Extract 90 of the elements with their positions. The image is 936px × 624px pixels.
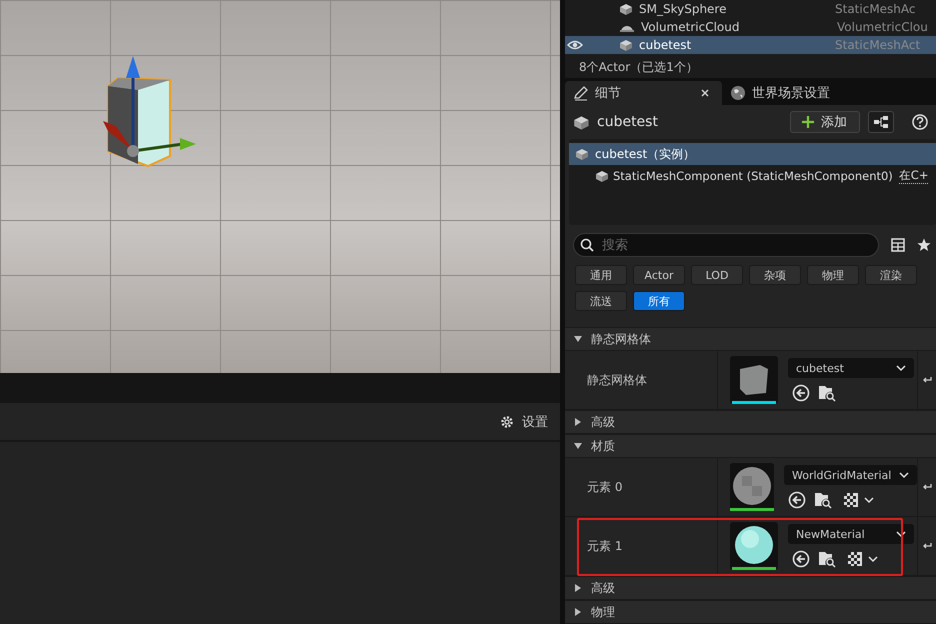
- settings-button[interactable]: 设置: [498, 410, 550, 432]
- actor-type: StaticMeshAc: [835, 2, 916, 16]
- collapsed-triangle-icon: [573, 607, 583, 617]
- checker-icon: [844, 493, 858, 507]
- search-icon: [580, 238, 594, 252]
- globe-icon: [730, 85, 746, 102]
- browse-folder-icon[interactable]: [818, 384, 836, 402]
- expanded-triangle-icon: [573, 334, 583, 344]
- tab-label: 世界场景设置: [752, 85, 830, 102]
- section-header[interactable]: 高级: [565, 410, 936, 434]
- reset-arrow-icon[interactable]: [922, 375, 932, 385]
- reset-arrow-icon[interactable]: [922, 482, 932, 492]
- texture-options-button[interactable]: [848, 552, 878, 566]
- collapsed-triangle-icon: [573, 417, 583, 427]
- filter-button[interactable]: 物理: [807, 265, 859, 285]
- close-icon[interactable]: [700, 88, 710, 98]
- hierarchy-icon: [873, 115, 889, 129]
- settings-icon: [500, 414, 514, 428]
- texture-options-button[interactable]: [844, 493, 874, 507]
- section-header[interactable]: 静态网格体: [565, 327, 936, 351]
- browse-folder-icon[interactable]: [814, 491, 832, 509]
- property-label: 静态网格体: [587, 372, 647, 388]
- use-selected-icon[interactable]: [792, 384, 810, 402]
- property-label: 元素 1: [587, 538, 622, 554]
- filter-button[interactable]: 所有: [633, 291, 685, 311]
- expanded-triangle-icon: [573, 441, 583, 451]
- asset-dropdown[interactable]: WorldGridMaterial: [784, 465, 918, 485]
- cube-icon: [619, 38, 633, 52]
- property-label: 元素 0: [587, 478, 622, 496]
- star-icon[interactable]: [917, 238, 931, 252]
- add-button[interactable]: 添加: [790, 111, 860, 133]
- actor-title: cubetest: [597, 114, 659, 130]
- filter-button[interactable]: 流送: [575, 291, 627, 311]
- section-header[interactable]: 高级: [565, 576, 936, 600]
- outliner-row[interactable]: SM_SkySphere StaticMeshAc: [565, 0, 936, 18]
- component-row[interactable]: cubetest（实例）: [569, 143, 936, 165]
- filter-button[interactable]: Actor: [633, 265, 685, 285]
- actor-name: cubetest: [639, 38, 692, 52]
- component-row[interactable]: StaticMeshComponent (StaticMeshComponent0) 在C+: [569, 165, 936, 187]
- panel-tab[interactable]: 细节: [565, 81, 722, 105]
- source-link[interactable]: 在C+: [898, 168, 928, 184]
- collapsed-triangle-icon: [573, 583, 583, 593]
- pencil-icon: [573, 85, 589, 102]
- section-title: 物理: [591, 604, 615, 620]
- filter-button[interactable]: 渲染: [865, 265, 917, 285]
- outliner-row[interactable]: VolumetricCloud VolumetricClou: [565, 18, 936, 36]
- chevron-down-icon: [868, 555, 878, 563]
- cube-icon: [619, 2, 633, 16]
- section-title: 静态网格体: [591, 330, 651, 348]
- use-selected-icon[interactable]: [792, 550, 810, 568]
- chevron-down-icon: [864, 496, 874, 504]
- cube-icon: [573, 114, 591, 130]
- reset-arrow-icon[interactable]: [922, 541, 932, 551]
- section-header[interactable]: 材质: [565, 434, 936, 458]
- asset-dropdown[interactable]: cubetest: [788, 358, 914, 378]
- actor-count: 8个Actor（已选1个）: [578, 59, 699, 76]
- chevron-down-icon: [896, 530, 906, 538]
- blueprint-button[interactable]: [868, 111, 894, 133]
- actor-name: SM_SkySphere: [639, 2, 728, 16]
- asset-name: WorldGridMaterial: [792, 468, 892, 482]
- actor-type: StaticMeshAct: [835, 38, 920, 52]
- asset-dropdown[interactable]: NewMaterial: [788, 524, 914, 544]
- filter-button[interactable]: 通用: [575, 265, 627, 285]
- section-title: 材质: [591, 438, 615, 454]
- chevron-down-icon: [899, 471, 910, 479]
- use-selected-icon[interactable]: [788, 491, 806, 509]
- chevron-down-icon: [896, 364, 906, 372]
- asset-name: NewMaterial: [796, 528, 865, 540]
- table-icon[interactable]: [891, 238, 905, 252]
- section-header[interactable]: 物理: [565, 600, 936, 624]
- filter-button[interactable]: 杂项: [749, 265, 801, 285]
- filter-button[interactable]: LOD: [691, 265, 743, 285]
- panel-tab[interactable]: 世界场景设置: [722, 81, 838, 105]
- search-field[interactable]: 搜索: [573, 233, 879, 257]
- help-icon[interactable]: [912, 114, 928, 130]
- cube-icon: [575, 147, 589, 161]
- component-name: StaticMeshComponent (StaticMeshComponent0): [613, 169, 893, 183]
- tab-label: 细节: [595, 85, 622, 102]
- asset-name: cubetest: [796, 362, 844, 374]
- section-title: 高级: [591, 414, 615, 430]
- outliner-row[interactable]: cubetest StaticMeshAct: [565, 36, 936, 54]
- eye-icon: [567, 40, 583, 50]
- actor-name: VolumetricCloud: [641, 20, 740, 34]
- cube-icon: [595, 169, 609, 183]
- browse-folder-icon[interactable]: [818, 550, 836, 568]
- section-title: 高级: [591, 580, 615, 596]
- checker-icon: [848, 552, 862, 566]
- actor-type: VolumetricClou: [837, 20, 928, 34]
- plus-icon: [801, 115, 815, 129]
- component-name: cubetest（实例）: [595, 146, 696, 162]
